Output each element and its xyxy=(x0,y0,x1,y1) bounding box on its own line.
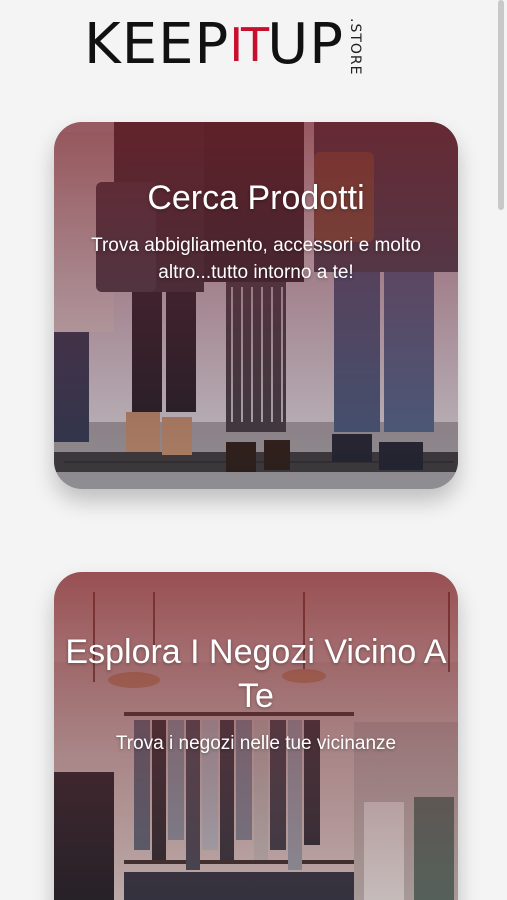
logo-it-mark: IT xyxy=(229,18,269,72)
app-screen: KEEP IT UP .STORE Cerca Prodotti Trova a… xyxy=(0,0,507,900)
brand-logo[interactable]: KEEP IT UP .STORE xyxy=(84,12,364,77)
search-products-subtitle: Trova abbigliamento, accessori e molto a… xyxy=(91,235,421,283)
logo-store: .STORE xyxy=(347,18,364,76)
explore-stores-subtitle: Trova i negozi nelle tue vicinanze xyxy=(115,733,397,754)
scrollbar[interactable] xyxy=(498,0,504,210)
header: KEEP IT UP .STORE xyxy=(0,0,507,100)
search-products-title: Cerca Prodotti xyxy=(147,179,365,217)
explore-stores-card[interactable]: Esplora I Negozi Vicino A Te Trova i neg… xyxy=(54,572,458,900)
logo-up: UP xyxy=(267,12,345,77)
explore-stores-title: Esplora I Negozi Vicino A Te xyxy=(65,633,447,715)
logo-keep: KEEP xyxy=(84,12,230,77)
search-products-card[interactable]: Cerca Prodotti Trova abbigliamento, acce… xyxy=(54,122,458,489)
